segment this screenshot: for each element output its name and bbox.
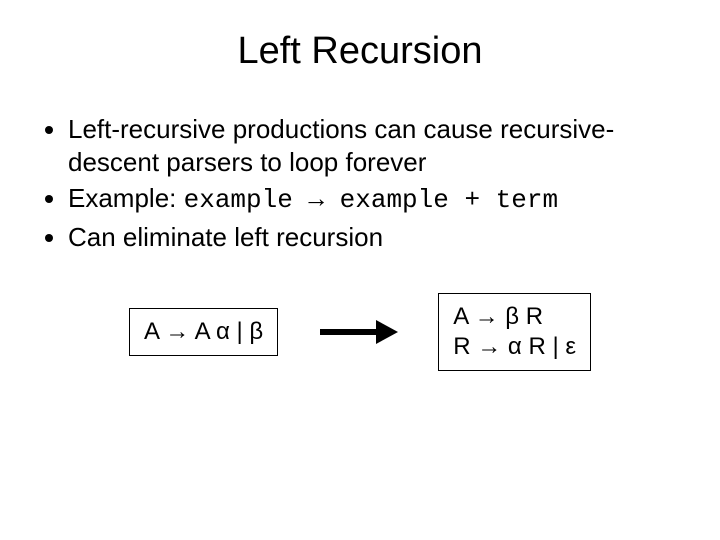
grammar-box-right: A → β R R → α R | ε [438, 293, 591, 371]
bullet-item: Example: example → example + term [68, 182, 680, 217]
slide: Left Recursion Left-recursive production… [0, 0, 720, 540]
slide-title: Left Recursion [40, 30, 680, 73]
bullet-item: Can eliminate left recursion [68, 221, 680, 254]
transformation-row: A → A α | β A → β R R → α R | ε [40, 293, 680, 371]
bullet-text: Example: [68, 183, 184, 213]
bullet-list: Left-recursive productions can cause rec… [40, 113, 680, 253]
bullet-item: Left-recursive productions can cause rec… [68, 113, 680, 178]
arrow-icon [318, 318, 398, 346]
grammar-box-left: A → A α | β [129, 308, 278, 356]
code-snippet: example → example + term [184, 185, 558, 215]
